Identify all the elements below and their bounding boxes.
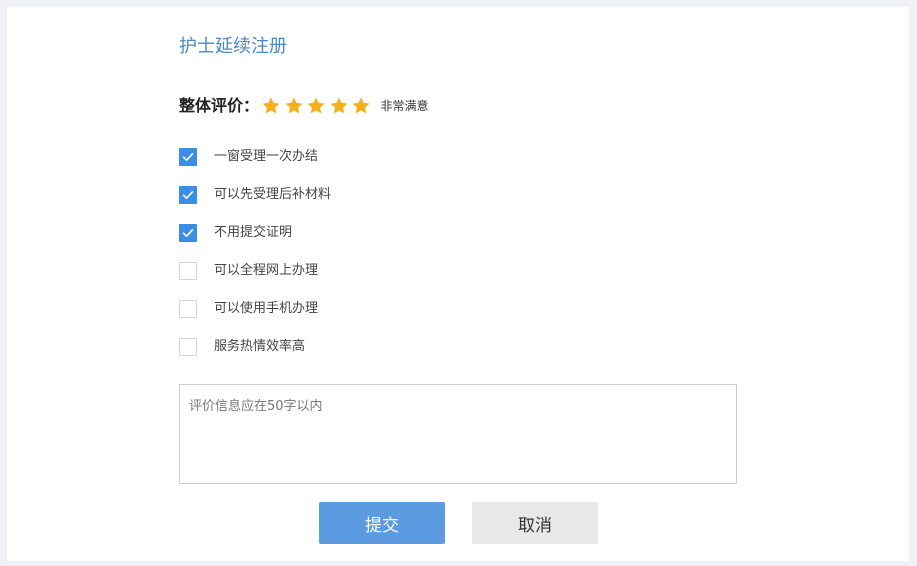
rating-text: 非常满意 <box>380 99 429 113</box>
option-checkbox[interactable] <box>179 148 197 166</box>
check-icon <box>182 153 194 161</box>
option-label: 可以先受理后补材料 <box>214 187 332 202</box>
star-icon[interactable] <box>261 96 281 116</box>
option-label: 服务热情效率高 <box>214 339 306 354</box>
page-title: 护士延续注册 <box>179 36 287 57</box>
star-rating <box>261 96 374 116</box>
option-label: 不用提交证明 <box>214 225 293 240</box>
option-label: 可以使用手机办理 <box>214 301 319 316</box>
option-checkbox[interactable] <box>179 224 197 242</box>
option-item[interactable]: 一窗受理一次办结 <box>179 138 331 176</box>
comment-textarea[interactable] <box>179 384 737 484</box>
star-icon[interactable] <box>351 96 371 116</box>
check-icon <box>182 191 194 199</box>
option-checkbox[interactable] <box>179 338 197 356</box>
option-item[interactable]: 服务热情效率高 <box>179 328 331 366</box>
evaluation-panel: 护士延续注册 整体评价： 非常满意 一窗受理一次办结 可以先受理后补材料 不用提… <box>7 7 909 561</box>
star-icon[interactable] <box>306 96 326 116</box>
option-checkbox[interactable] <box>179 262 197 280</box>
star-icon[interactable] <box>329 96 349 116</box>
check-icon <box>182 229 194 237</box>
star-icon[interactable] <box>284 96 304 116</box>
evaluation-options: 一窗受理一次办结 可以先受理后补材料 不用提交证明 可以全程网上办理 可以使用手… <box>179 138 331 366</box>
option-item[interactable]: 可以使用手机办理 <box>179 290 331 328</box>
rating-label: 整体评价： <box>179 96 260 115</box>
option-item[interactable]: 可以全程网上办理 <box>179 252 331 290</box>
option-label: 一窗受理一次办结 <box>214 149 319 164</box>
option-item[interactable]: 可以先受理后补材料 <box>179 176 331 214</box>
cancel-button[interactable]: 取消 <box>472 502 598 544</box>
option-label: 可以全程网上办理 <box>214 263 319 278</box>
option-checkbox[interactable] <box>179 186 197 204</box>
rating-row: 整体评价： 非常满意 <box>179 94 429 118</box>
option-item[interactable]: 不用提交证明 <box>179 214 331 252</box>
option-checkbox[interactable] <box>179 300 197 318</box>
submit-button[interactable]: 提交 <box>319 502 445 544</box>
